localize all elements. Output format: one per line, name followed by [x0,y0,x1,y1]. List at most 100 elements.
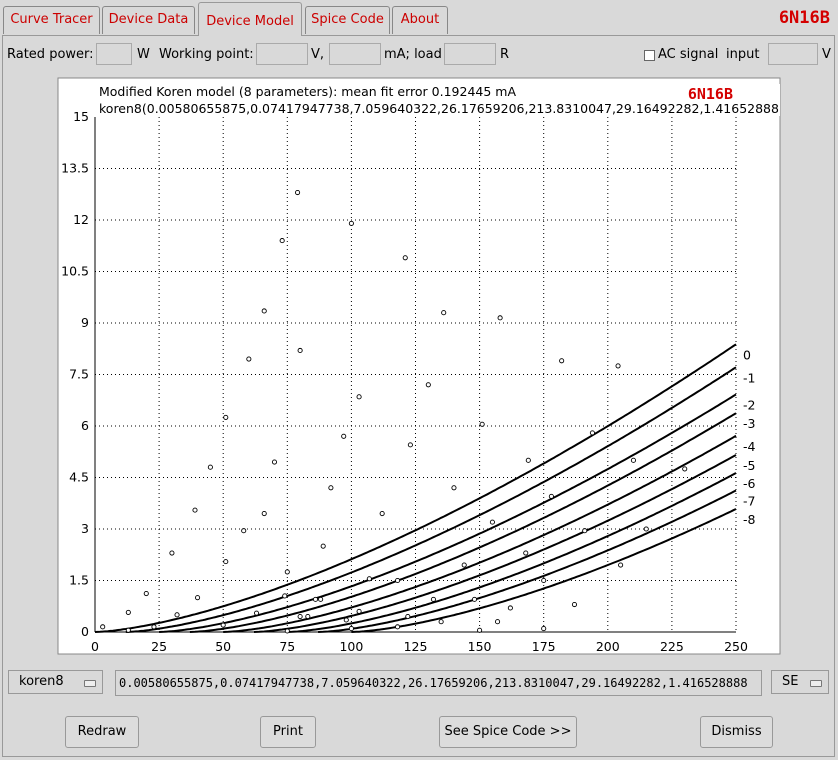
data-point [207,464,213,470]
data-point [282,593,288,599]
data-point [305,614,311,620]
data-point [438,619,444,625]
y-tick-label: 4.5 [69,470,89,485]
x-tick-label: 0 [91,639,99,654]
data-point [589,430,595,436]
see-spice-code-button[interactable]: See Spice Code >> [439,716,577,748]
data-point [151,624,157,630]
data-point [461,562,467,568]
data-point [471,596,478,602]
y-tick-label: 7.5 [69,367,89,382]
data-point [125,627,131,633]
data-point [405,614,411,620]
plate-characteristics-plot: 0 25 50 75 100 125 150 175 200 225 25001.534.567.5… [57,77,781,655]
redraw-button[interactable]: Redraw [65,716,139,748]
data-point [279,238,285,244]
data-point [451,485,457,491]
data-point [379,510,385,517]
curve-label: -1 [743,370,755,385]
x-tick-label: 175 [532,639,556,654]
curve-label: -8 [743,512,756,527]
data-point [395,624,401,630]
data-point [195,595,201,601]
data-point [494,619,501,625]
model-select-value: koren8 [19,674,64,689]
dropdown-arrow-icon [84,680,96,687]
y-tick-label: 6 [81,418,89,433]
data-point [525,457,531,463]
data-point [318,596,324,602]
data-point [523,550,529,556]
x-tick-label: 75 [279,639,295,654]
y-tick-label: 1.5 [69,573,89,588]
y-tick-label: 15 [73,109,89,124]
data-point [395,577,401,584]
curve-label: -3 [743,416,755,431]
x-tick-label: 250 [724,639,748,654]
dismiss-button[interactable]: Dismiss [700,716,773,748]
data-point [223,559,229,565]
curve-label: -5 [743,458,755,473]
y-tick-label: 13.5 [61,161,89,176]
data-point [571,601,578,608]
data-point [541,577,547,584]
curve-label: -7 [743,494,755,509]
data-point [328,485,334,491]
data-point [366,576,372,582]
curve-label: -4 [743,439,756,454]
data-point [356,608,362,614]
y-tick-label: 10.5 [61,264,89,279]
model-select[interactable]: koren8 [8,670,103,694]
data-point [682,466,688,472]
dropdown-arrow-icon [810,680,822,687]
data-point [253,610,260,616]
x-tick-label: 25 [151,639,167,654]
data-point [125,609,131,615]
data-point [284,569,290,575]
data-point [241,528,247,534]
data-point [174,612,180,618]
curve-label: 0 [743,347,751,362]
data-point [192,507,198,513]
data-point [169,550,175,556]
data-point [143,590,149,597]
x-tick-label: 200 [596,639,620,654]
tab-device-model[interactable]: Device Model [198,2,302,36]
data-point [297,347,303,354]
y-tick-label: 3 [81,521,89,536]
print-button[interactable]: Print [260,716,316,748]
x-tick-label: 150 [468,639,492,654]
data-point [341,433,347,439]
data-point [261,308,267,314]
data-point [295,189,301,196]
data-point [548,493,554,499]
data-point [643,526,649,532]
model-params-field[interactable]: 0.00580655875,0.07417947738,7.059640322,… [115,670,762,696]
y-tick-label: 12 [73,212,89,227]
data-point [320,543,326,549]
curve-label: -2 [743,397,755,412]
data-point [618,562,624,568]
data-point [407,442,413,448]
data-point [343,617,349,623]
data-point [348,626,354,632]
curve-label: -6 [743,476,756,491]
circuit-select[interactable]: SE [771,670,829,694]
data-point [297,614,303,620]
data-point [489,519,495,525]
circuit-select-value: SE [782,674,799,689]
data-point [271,459,278,465]
data-point [284,628,290,634]
data-point [479,421,485,427]
data-point [223,414,229,420]
plot-model-line: koren8(0.00580655875,0.07417947738,7.059… [99,101,779,116]
data-point [402,255,408,261]
x-tick-label: 225 [660,639,684,654]
data-point [220,622,226,628]
data-point [246,356,252,362]
data-point [559,358,565,364]
data-point [630,457,636,463]
y-tick-label: 0 [81,624,89,639]
data-point [261,510,267,517]
data-point [541,626,547,632]
